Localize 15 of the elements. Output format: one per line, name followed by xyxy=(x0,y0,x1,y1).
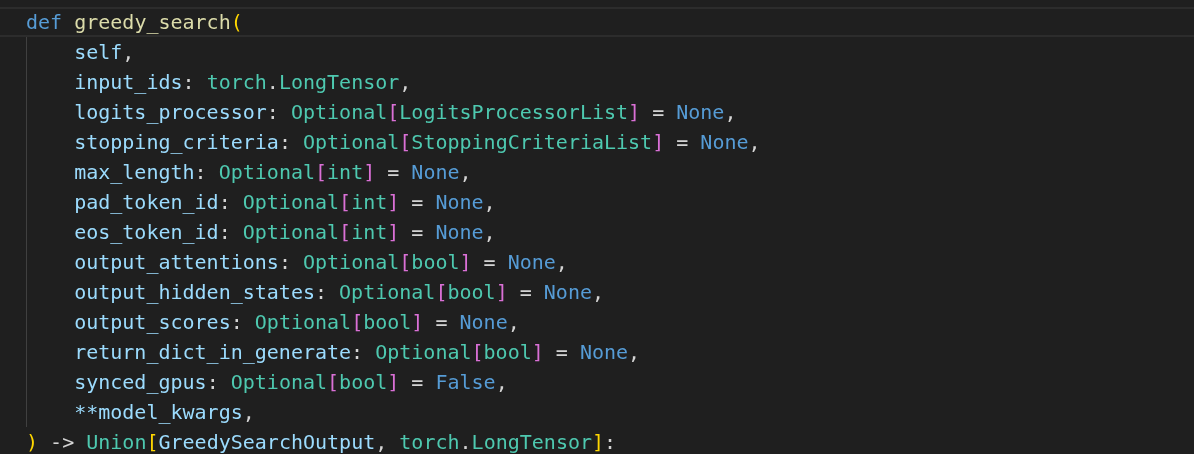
code-line: synced_gpus: Optional[bool] = False, xyxy=(73,369,508,395)
code-line: pad_token_id: Optional[int] = None, xyxy=(73,189,496,215)
code-line: stopping_criteria: Optional[StoppingCriteriaList] = None, xyxy=(73,129,761,155)
code-line: max_length: Optional[int] = None, xyxy=(73,159,472,185)
code-line: output_attentions: Optional[bool] = None, xyxy=(73,249,568,275)
code-line: eos_token_id: Optional[int] = None, xyxy=(73,219,496,245)
code-line: logits_processor: Optional[LogitsProcessorList] = None, xyxy=(73,99,737,125)
code-line: input_ids: torch.LongTensor, xyxy=(73,69,412,95)
code-line: return_dict_in_generate: Optional[bool] = None, xyxy=(73,339,641,365)
code-line: output_hidden_states: Optional[bool] = None, xyxy=(73,279,604,305)
code-line: self, xyxy=(73,39,135,65)
code-line: output_scores: Optional[bool] = None, xyxy=(73,309,520,335)
code-line: **model_kwargs, xyxy=(73,399,255,425)
code-line: ) -> Union[GreedySearchOutput, torch.LongTensor]: xyxy=(26,429,617,454)
code-line: def greedy_search( xyxy=(26,9,243,35)
